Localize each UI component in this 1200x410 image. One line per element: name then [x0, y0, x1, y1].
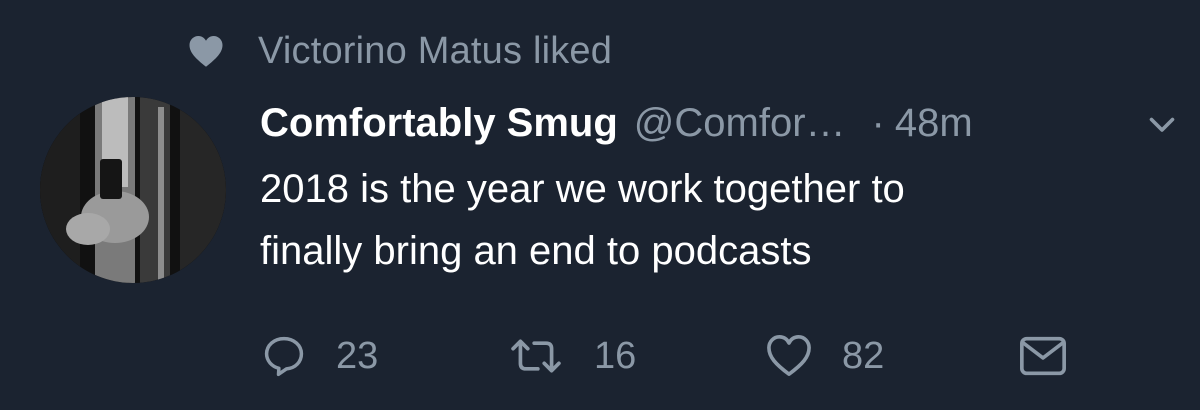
- envelope-icon: [1020, 336, 1066, 376]
- action-bar: 23 16 82: [262, 330, 1082, 382]
- heart-icon: [189, 36, 223, 67]
- reply-count: 23: [336, 334, 379, 377]
- avatar[interactable]: [40, 97, 226, 283]
- retweet-button[interactable]: 16: [508, 330, 636, 382]
- display-name[interactable]: Comfortably Smug: [260, 101, 618, 146]
- timestamp[interactable]: 48m: [895, 101, 973, 146]
- tweet-text: 2018 is the year we work together to fin…: [260, 158, 1160, 282]
- reply-icon: [264, 336, 304, 377]
- like-count: 82: [842, 334, 885, 377]
- separator-dot: ·: [871, 100, 885, 145]
- tweet-text-line: finally bring an end to podcasts: [260, 229, 812, 273]
- chevron-down-icon[interactable]: [1144, 106, 1180, 142]
- like-button[interactable]: 82: [766, 330, 884, 382]
- social-context-text[interactable]: Victorino Matus liked: [258, 30, 612, 73]
- tweet-header: Comfortably Smug @Comfor… · 48m: [260, 96, 1180, 150]
- retweet-count: 16: [594, 334, 637, 377]
- like-icon: [767, 335, 811, 376]
- reply-button[interactable]: 23: [262, 330, 378, 382]
- avatar-image: [40, 97, 226, 283]
- social-context: Victorino Matus liked: [188, 26, 612, 76]
- direct-message-button[interactable]: [1018, 330, 1068, 382]
- retweet-icon: [511, 339, 561, 373]
- user-handle[interactable]: @Comfor…: [634, 101, 846, 146]
- tweet-text-line: 2018 is the year we work together to: [260, 167, 905, 211]
